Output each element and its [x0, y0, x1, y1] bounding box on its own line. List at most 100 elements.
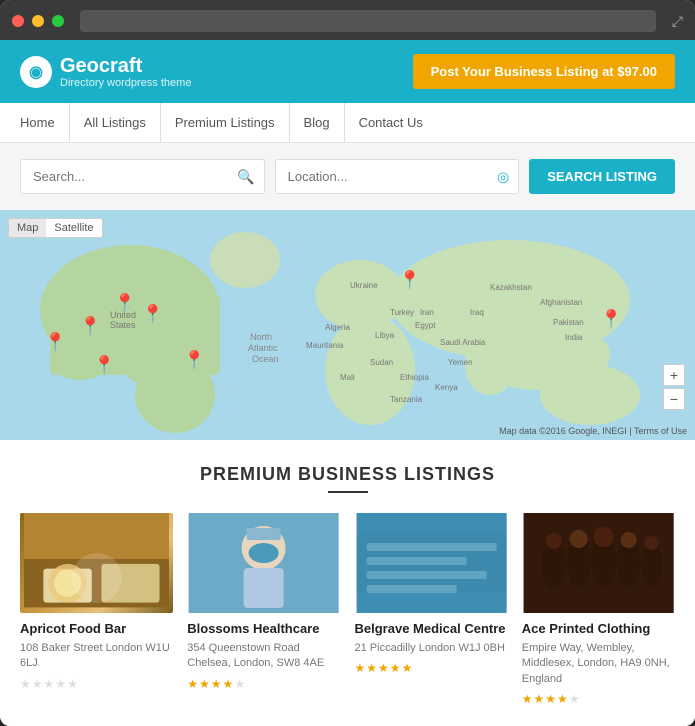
- star-1-2: ★: [199, 677, 210, 691]
- map-tab-map[interactable]: Map: [9, 219, 46, 237]
- close-button[interactable]: [12, 15, 24, 27]
- star-2-4: ★: [390, 661, 401, 675]
- map-controls: + −: [663, 364, 685, 410]
- nav-contact[interactable]: Contact Us: [345, 103, 437, 142]
- expand-icon[interactable]: ⤢: [672, 13, 683, 30]
- map-pin-3[interactable]: 📍: [142, 304, 164, 325]
- svg-text:Iraq: Iraq: [470, 308, 484, 317]
- svg-text:Atlantic: Atlantic: [248, 343, 278, 353]
- listing-stars-3: ★ ★ ★ ★ ★: [522, 692, 675, 706]
- star-2-5: ★: [402, 661, 413, 675]
- listing-stars-1: ★ ★ ★ ★ ★: [187, 677, 340, 691]
- svg-text:Pakistan: Pakistan: [553, 318, 584, 327]
- listing-image-medical: [355, 513, 508, 613]
- svg-text:Ocean: Ocean: [252, 354, 279, 364]
- map-pin-2[interactable]: 📍: [114, 293, 136, 314]
- logo-subtitle: Directory wordpress theme: [60, 77, 191, 89]
- listing-stars-0: ★ ★ ★ ★ ★: [20, 677, 173, 691]
- nav-blog[interactable]: Blog: [290, 103, 345, 142]
- site-nav: Home All Listings Premium Listings Blog …: [0, 103, 695, 143]
- search-input-wrap: 🔍: [20, 159, 265, 194]
- location-input[interactable]: [275, 159, 520, 194]
- svg-text:Libya: Libya: [375, 331, 395, 340]
- star-3-4: ★: [557, 692, 568, 706]
- map-svg: United States North Atlantic Ocean Turke…: [0, 210, 695, 440]
- map-tab-satellite[interactable]: Satellite: [46, 219, 101, 237]
- nav-home[interactable]: Home: [20, 103, 70, 142]
- svg-text:Ethiopia: Ethiopia: [400, 373, 429, 382]
- url-bar[interactable]: [80, 10, 656, 32]
- listing-image-food: [20, 513, 173, 613]
- listing-name-3: Ace Printed Clothing: [522, 621, 675, 638]
- listing-card-healthcare[interactable]: Blossoms Healthcare 354 Queenstown Road …: [187, 513, 340, 706]
- svg-text:Turkey: Turkey: [390, 308, 414, 317]
- svg-text:Kenya: Kenya: [435, 383, 458, 392]
- zoom-out-button[interactable]: −: [663, 388, 685, 410]
- svg-text:North: North: [250, 332, 272, 342]
- star-0-3: ★: [44, 677, 55, 691]
- browser-window: ⤢ ◉ Geocraft Directory wordpress theme P…: [0, 0, 695, 726]
- svg-text:Mauritania: Mauritania: [306, 341, 344, 350]
- star-1-4: ★: [223, 677, 234, 691]
- star-3-3: ★: [545, 692, 556, 706]
- map-pin-5[interactable]: 📍: [183, 350, 205, 371]
- search-listing-button[interactable]: SEARCH LISTING: [529, 159, 675, 194]
- star-2-1: ★: [355, 661, 366, 675]
- map-pin-4[interactable]: 📍: [79, 316, 101, 337]
- browser-chrome: ⤢: [0, 0, 695, 40]
- star-1-1: ★: [187, 677, 198, 691]
- svg-text:Tanzania: Tanzania: [390, 395, 423, 404]
- listing-name-2: Belgrave Medical Centre: [355, 621, 508, 638]
- svg-text:Afghanistan: Afghanistan: [540, 298, 582, 307]
- listing-image-healthcare: [187, 513, 340, 613]
- star-3-2: ★: [534, 692, 545, 706]
- map-pin-1[interactable]: 📍: [44, 332, 66, 353]
- logo-area: ◉ Geocraft Directory wordpress theme: [20, 55, 191, 89]
- svg-text:Sudan: Sudan: [370, 358, 393, 367]
- star-0-1: ★: [20, 677, 31, 691]
- logo-name: Geocraft: [60, 55, 191, 77]
- logo-icon: ◉: [20, 56, 52, 88]
- listing-addr-2: 21 Piccadilly London W1J 0BH: [355, 641, 508, 656]
- listing-card-food[interactable]: Apricot Food Bar 108 Baker Street London…: [20, 513, 173, 706]
- svg-text:Yemen: Yemen: [448, 358, 473, 367]
- svg-text:States: States: [110, 320, 136, 330]
- location-input-wrap: ◎: [275, 159, 520, 194]
- listings-divider: [328, 491, 368, 493]
- star-3-5: ★: [569, 692, 580, 706]
- listing-addr-1: 354 Queenstown Road Chelsea, London, SW8…: [187, 641, 340, 672]
- svg-text:Iran: Iran: [420, 308, 434, 317]
- listing-addr-3: Empire Way, Wembley, Middlesex, London, …: [522, 641, 675, 687]
- svg-text:India: India: [565, 333, 583, 342]
- search-input[interactable]: [20, 159, 265, 194]
- listings-title: PREMIUM BUSINESS LISTINGS: [20, 464, 675, 485]
- star-0-4: ★: [55, 677, 66, 691]
- listing-stars-2: ★ ★ ★ ★ ★: [355, 661, 508, 675]
- map-section[interactable]: United States North Atlantic Ocean Turke…: [0, 210, 695, 440]
- nav-premium-listings[interactable]: Premium Listings: [161, 103, 290, 142]
- map-tab-bar: Map Satellite: [8, 218, 103, 238]
- maximize-button[interactable]: [52, 15, 64, 27]
- svg-text:Algeria: Algeria: [325, 323, 350, 332]
- listing-image-clothing: [522, 513, 675, 613]
- star-3-1: ★: [522, 692, 533, 706]
- minimize-button[interactable]: [32, 15, 44, 27]
- listing-name-0: Apricot Food Bar: [20, 621, 173, 638]
- star-2-3: ★: [378, 661, 389, 675]
- cta-button[interactable]: Post Your Business Listing at $97.00: [413, 54, 675, 89]
- listings-grid: Apricot Food Bar 108 Baker Street London…: [20, 513, 675, 706]
- star-1-5: ★: [234, 677, 245, 691]
- star-0-5: ★: [67, 677, 78, 691]
- listing-card-clothing[interactable]: Ace Printed Clothing Empire Way, Wembley…: [522, 513, 675, 706]
- nav-all-listings[interactable]: All Listings: [70, 103, 161, 142]
- map-pin-7[interactable]: 📍: [399, 270, 421, 291]
- listing-name-1: Blossoms Healthcare: [187, 621, 340, 638]
- zoom-in-button[interactable]: +: [663, 364, 685, 386]
- search-bar-section: 🔍 ◎ SEARCH LISTING: [0, 143, 695, 210]
- listing-card-medical[interactable]: Belgrave Medical Centre 21 Piccadilly Lo…: [355, 513, 508, 706]
- map-pin-6[interactable]: 📍: [93, 355, 115, 376]
- logo-text-area: Geocraft Directory wordpress theme: [60, 55, 191, 89]
- map-pin-8[interactable]: 📍: [600, 309, 622, 330]
- listings-section: PREMIUM BUSINESS LISTINGS Apricot Food B…: [0, 440, 695, 726]
- svg-text:Mali: Mali: [340, 373, 355, 382]
